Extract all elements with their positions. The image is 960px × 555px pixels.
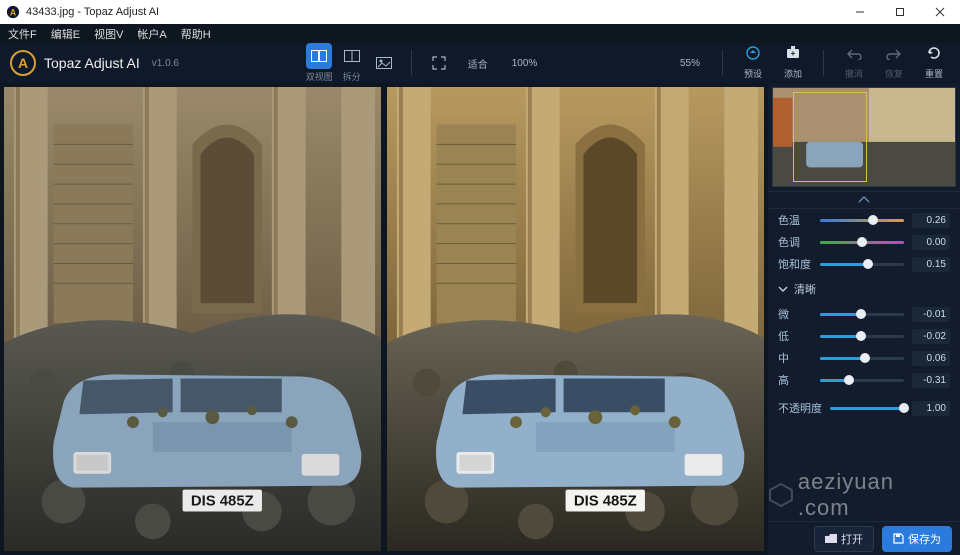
slider-opacity[interactable]: 不透明度 1.00 (768, 397, 960, 419)
minimize-button[interactable] (840, 0, 880, 24)
folder-icon (825, 534, 837, 544)
slider-mid[interactable]: 中 0.06 (768, 347, 960, 369)
menu-file[interactable]: 文件F (8, 26, 37, 42)
redo-button[interactable]: 恢复 (878, 47, 910, 80)
logo-icon: A (10, 50, 36, 76)
fit-label[interactable]: 适合 (468, 56, 488, 71)
slider-tint[interactable]: 色调 0.00 (768, 231, 960, 253)
collapse-color-section[interactable] (768, 191, 960, 209)
maximize-button[interactable] (880, 0, 920, 24)
preview-adjusted[interactable]: DIS 485Z (387, 87, 764, 551)
chevron-down-icon (778, 284, 788, 294)
add-button[interactable]: + 添加 (777, 46, 809, 80)
svg-text:+: + (791, 49, 796, 58)
clarity-section-header[interactable]: 清晰 (768, 275, 960, 303)
svg-text:DIS 485Z: DIS 485Z (191, 494, 254, 510)
close-button[interactable] (920, 0, 960, 24)
view-mode-group: 双视图 拆分 (306, 43, 397, 83)
undo-button[interactable]: 撤消 (838, 47, 870, 80)
preset-button[interactable]: 预设 (737, 46, 769, 80)
app-icon: A (6, 5, 20, 19)
svg-text:A: A (10, 8, 17, 18)
slider-high[interactable]: 高 -0.31 (768, 369, 960, 391)
window-title: 43433.jpg - Topaz Adjust AI (26, 6, 159, 18)
dual-view-button[interactable]: 双视图 (306, 43, 333, 83)
svg-text:DIS 485Z: DIS 485Z (574, 494, 637, 510)
slider-low[interactable]: 低 -0.02 (768, 325, 960, 347)
save-icon (893, 533, 904, 544)
menubar: 文件F 编辑E 视图V 帐户A 帮助H (0, 24, 960, 43)
preview-area: DIS 485Z (0, 83, 768, 555)
brandbar: A Topaz Adjust AI v1.0.6 双视图 拆分 适合 100% … (0, 43, 960, 83)
menu-help[interactable]: 帮助H (181, 26, 211, 42)
slider-temperature[interactable]: 色温 0.26 (768, 209, 960, 231)
navigator-selection[interactable] (793, 92, 867, 182)
slider-micro[interactable]: 微 -0.01 (768, 303, 960, 325)
chevron-up-icon (858, 196, 870, 204)
slider-saturation[interactable]: 饱和度 0.15 (768, 253, 960, 275)
opacity-percent: 55% (680, 58, 700, 69)
navigator-thumbnail[interactable] (772, 87, 956, 187)
menu-edit[interactable]: 编辑E (51, 26, 80, 42)
main: DIS 485Z (0, 83, 960, 555)
preview-original[interactable]: DIS 485Z (4, 87, 381, 551)
zoom-level[interactable]: 100% (512, 58, 538, 69)
menu-view[interactable]: 视图V (94, 26, 123, 42)
titlebar: A 43433.jpg - Topaz Adjust AI (0, 0, 960, 24)
save-as-button[interactable]: 保存为 (882, 526, 952, 552)
reset-button[interactable]: 重置 (918, 46, 950, 80)
image-mode-button[interactable] (371, 50, 397, 76)
right-panel: 色温 0.26 色调 0.00 饱和度 0.15 清晰 微 -0.01 低 -0… (768, 83, 960, 555)
fit-button[interactable] (426, 50, 452, 76)
open-button[interactable]: 打开 (814, 526, 874, 552)
menu-account[interactable]: 帐户A (137, 26, 166, 42)
split-view-button[interactable]: 拆分 (339, 43, 365, 83)
app-version: v1.0.6 (152, 58, 179, 69)
footer-buttons: 打开 保存为 (768, 521, 960, 555)
app-name: Topaz Adjust AI (44, 55, 140, 71)
